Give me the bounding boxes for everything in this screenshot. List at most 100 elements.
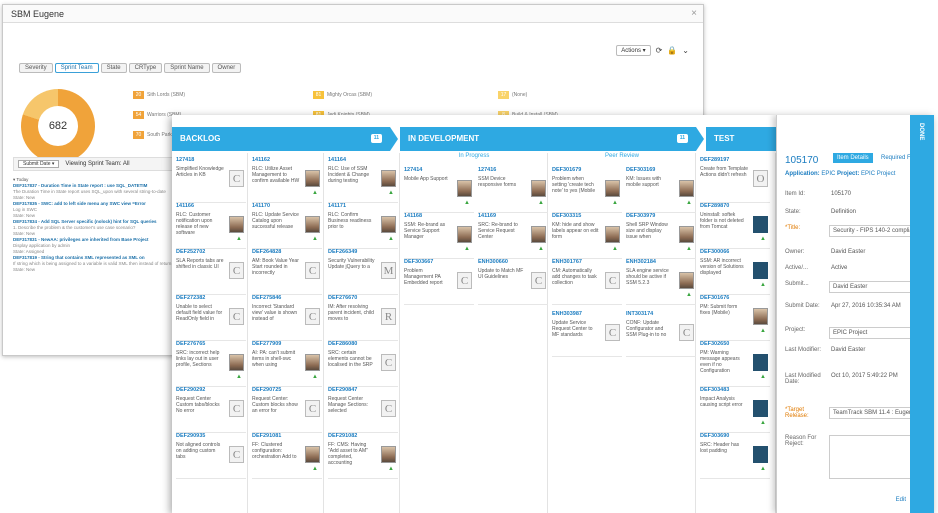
card-id[interactable]: 141168 bbox=[404, 213, 474, 222]
kanban-card[interactable]: ENH300660 Update to Match MF UI Guideline… bbox=[478, 259, 548, 305]
kanban-card[interactable]: DEF272382 Unable to select default field … bbox=[176, 295, 246, 341]
card-id[interactable]: DEF291081 bbox=[252, 433, 322, 442]
card-id[interactable]: 141169 bbox=[478, 213, 548, 222]
stage-backlog[interactable]: BACKLOG 11 bbox=[172, 127, 390, 151]
card-id[interactable]: 127416 bbox=[478, 167, 548, 176]
card-id[interactable]: 141162 bbox=[252, 157, 322, 166]
card-id[interactable]: DEF291082 bbox=[328, 433, 398, 442]
lock-icon[interactable]: 🔒 bbox=[667, 46, 677, 55]
kanban-card[interactable]: DEF303690 SRC: Header has lost padding ▲ bbox=[700, 433, 770, 479]
card-id[interactable]: DEF276765 bbox=[176, 341, 246, 350]
card-id[interactable]: DEF303667 bbox=[404, 259, 474, 268]
feed-item[interactable]: DEF317835 - SWC: add to left side menu a… bbox=[13, 201, 177, 219]
legend-item[interactable]: 70 South Park bbox=[133, 131, 172, 139]
feed-item[interactable]: DEF317834 - Add SQL Server specific (nol… bbox=[13, 219, 177, 237]
actions-button[interactable]: Actions ▾ bbox=[616, 45, 651, 56]
card-id[interactable]: DEF289197 bbox=[700, 157, 770, 166]
card-id[interactable]: DEF303979 bbox=[626, 213, 696, 222]
tab-crtype[interactable]: CRType bbox=[128, 63, 163, 73]
kanban-card[interactable]: DEF303667 Problem Management PA Embedded … bbox=[404, 259, 474, 305]
card-id[interactable]: 141164 bbox=[328, 157, 398, 166]
kanban-card[interactable]: 141168 SSM: Re-brand as Service Support M… bbox=[404, 213, 474, 259]
card-id[interactable]: 141166 bbox=[176, 203, 246, 212]
kanban-card[interactable]: 127416 SSM Device responsive forms ▲ bbox=[478, 167, 548, 213]
kanban-card[interactable]: DEF290725 Request Center: Custom blocks s… bbox=[252, 387, 322, 433]
kanban-card[interactable]: DEF301679 Problem when setting 'create te… bbox=[552, 167, 622, 213]
kanban-card[interactable]: INT303174 CONF: Update Configurator and S… bbox=[626, 311, 696, 357]
kanban-card[interactable]: DEF264828 AM: Book Value Year Start round… bbox=[252, 249, 322, 295]
kanban-card[interactable]: DEF286080 SRC: certain elements cannot be… bbox=[328, 341, 398, 387]
tab-item-details[interactable]: Item Details bbox=[833, 153, 873, 163]
kanban-card[interactable]: DEF276670 IM: After resolving parent inci… bbox=[328, 295, 398, 341]
kanban-card[interactable]: DEF302650 PM: Warning message appears eve… bbox=[700, 341, 770, 387]
card-id[interactable]: 127418 bbox=[176, 157, 246, 166]
kanban-card[interactable]: ENH303987 Update Service Request Center t… bbox=[552, 311, 622, 357]
feed-item[interactable]: DEF317819 - String that contains XML rep… bbox=[13, 255, 177, 273]
tab-sprint-team[interactable]: Sprint Team bbox=[54, 63, 99, 73]
kanban-card[interactable]: ENH302184 SLA engine service should be ac… bbox=[626, 259, 696, 305]
card-id[interactable]: DEF300066 bbox=[700, 249, 770, 258]
tab-state[interactable]: State bbox=[100, 63, 127, 73]
card-id[interactable]: DEF286080 bbox=[328, 341, 398, 350]
card-id[interactable]: DEF289870 bbox=[700, 203, 770, 212]
card-id[interactable]: DEF303169 bbox=[626, 167, 696, 176]
feed-item[interactable]: DEF317837 - Duration Time in State repor… bbox=[13, 183, 177, 201]
card-id[interactable]: DEF303315 bbox=[552, 213, 622, 222]
refresh-icon[interactable]: ⟳ bbox=[656, 46, 663, 55]
kanban-card[interactable]: 141169 SRC: Re-brand to Service Request C… bbox=[478, 213, 548, 259]
legend-item[interactable]: 17 (None) bbox=[498, 91, 527, 99]
card-id[interactable]: DEF303690 bbox=[700, 433, 770, 442]
kanban-card[interactable]: 141164 RLC: Use of SSM Incident & Change … bbox=[328, 157, 398, 203]
card-id[interactable]: INT303174 bbox=[626, 311, 696, 320]
card-id[interactable]: DEF290935 bbox=[176, 433, 246, 442]
kanban-card[interactable]: DEF301676 PM: Submit form fixes (Mobile) ▲ bbox=[700, 295, 770, 341]
kanban-card[interactable]: DEF289870 Uninstall: softek folder is not… bbox=[700, 203, 770, 249]
kanban-card[interactable]: DEF290935 Not aligned controls on adding … bbox=[176, 433, 246, 479]
legend-item[interactable]: 20 Sith Lords (SBM) bbox=[133, 91, 185, 99]
card-id[interactable]: 127414 bbox=[404, 167, 474, 176]
submit-date-sort[interactable]: Submit Date ▾ bbox=[18, 160, 60, 168]
card-id[interactable]: 141171 bbox=[328, 203, 398, 212]
kanban-card[interactable]: DEF291082 FF: CMS: Having "Add asset to A… bbox=[328, 433, 398, 479]
card-id[interactable]: ENH301767 bbox=[552, 259, 622, 268]
kanban-card[interactable]: DEF275846 Incorrect 'Standard view' value… bbox=[252, 295, 322, 341]
donut-chart[interactable]: 682 bbox=[21, 89, 95, 163]
kanban-card[interactable]: ENH301767 CM: Automatically add changes t… bbox=[552, 259, 622, 305]
card-id[interactable]: ENH303987 bbox=[552, 311, 622, 320]
kanban-card[interactable]: 127418 Simplified Knowledge Articles in K… bbox=[176, 157, 246, 203]
tab-sprint-name[interactable]: Sprint Name bbox=[164, 63, 210, 73]
legend-item[interactable]: 81 Mighty Orcas (SBM) bbox=[313, 91, 372, 99]
card-id[interactable]: DEF303483 bbox=[700, 387, 770, 396]
kanban-card[interactable]: DEF303979 Shell SRP Window size and displ… bbox=[626, 213, 696, 259]
kanban-card[interactable]: DEF266349 Security Vulnerability Update j… bbox=[328, 249, 398, 295]
card-id[interactable]: ENH300660 bbox=[478, 259, 548, 268]
kanban-card[interactable]: DEF300066 SSM: AR incorrect version of So… bbox=[700, 249, 770, 295]
tab-owner[interactable]: Owner bbox=[211, 63, 242, 73]
kanban-card[interactable]: DEF289197 Create from Template Actions di… bbox=[700, 157, 770, 203]
kanban-card[interactable]: DEF291081 FF: Clustered configuration: or… bbox=[252, 433, 322, 479]
card-id[interactable]: DEF266349 bbox=[328, 249, 398, 258]
kanban-card[interactable]: DEF303483 Impact Analysis causing script … bbox=[700, 387, 770, 433]
card-id[interactable]: ENH302184 bbox=[626, 259, 696, 268]
card-id[interactable]: DEF252702 bbox=[176, 249, 246, 258]
kanban-card[interactable]: 141170 RLC: Update Service Catalog upon s… bbox=[252, 203, 322, 249]
card-id[interactable]: DEF290292 bbox=[176, 387, 246, 396]
kanban-card[interactable]: 141171 RLC: Confirm Business readiness pr… bbox=[328, 203, 398, 249]
kanban-card[interactable]: 127414 Mobile App Support ▲ bbox=[404, 167, 474, 213]
kanban-card[interactable]: DEF290292 Request Center Custom tabs/bloc… bbox=[176, 387, 246, 433]
feed-item[interactable]: DEF317831 - NewAA: privileges are inheri… bbox=[13, 237, 177, 255]
card-id[interactable]: DEF275846 bbox=[252, 295, 322, 304]
kanban-card[interactable]: DEF277909 AI: PA: can't submit items in s… bbox=[252, 341, 322, 387]
card-id[interactable]: DEF264828 bbox=[252, 249, 322, 258]
card-id[interactable]: DEF272382 bbox=[176, 295, 246, 304]
stage-done[interactable]: DONE bbox=[910, 115, 934, 513]
card-id[interactable]: DEF277909 bbox=[252, 341, 322, 350]
card-id[interactable]: DEF276670 bbox=[328, 295, 398, 304]
card-id[interactable]: DEF301676 bbox=[700, 295, 770, 304]
card-id[interactable]: DEF302650 bbox=[700, 341, 770, 350]
kanban-card[interactable]: 141166 RLC: Customer notification upon re… bbox=[176, 203, 246, 249]
card-id[interactable]: DEF301679 bbox=[552, 167, 622, 176]
kanban-card[interactable]: DEF290847 Request Center Manage Sections:… bbox=[328, 387, 398, 433]
kanban-card[interactable]: DEF303315 KM: hide and show labels appear… bbox=[552, 213, 622, 259]
tab-severity[interactable]: Severity bbox=[19, 63, 53, 73]
